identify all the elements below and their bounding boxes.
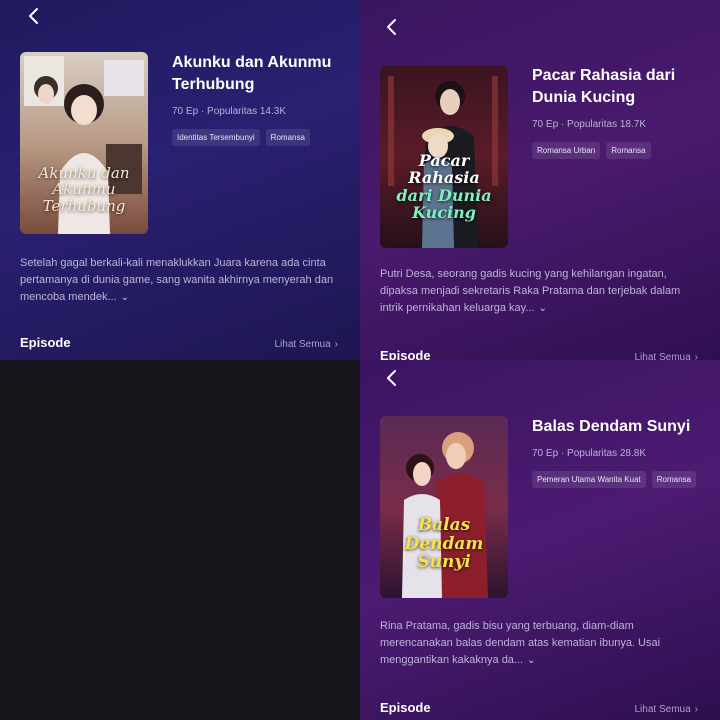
chevron-left-icon xyxy=(387,370,396,386)
drama-detail-panel-balas-dendam: Balas Dendam Sunyi Balas Dendam Sunyi 70… xyxy=(360,360,720,720)
synopsis-text: Setelah gagal berkali-kali menaklukkan J… xyxy=(20,257,334,303)
back-button[interactable] xyxy=(380,15,404,39)
drama-title: Pacar Rahasia dari Dunia Kucing xyxy=(532,67,676,106)
drama-meta: 70 Ep · Popularitas 14.3K xyxy=(172,106,346,117)
drama-info: Akunku dan Akunmu Terhubung 70 Ep · Popu… xyxy=(172,52,346,146)
drama-title: Balas Dendam Sunyi xyxy=(532,418,691,435)
meta-separator: · xyxy=(200,106,205,117)
synopsis-text: Rina Pratama, gadis bisu yang terbuang, … xyxy=(380,620,661,666)
episode-header: Episode Lihat Semua › xyxy=(380,700,698,715)
see-all-link[interactable]: Lihat Semua › xyxy=(635,352,699,360)
synopsis[interactable]: Rina Pratama, gadis bisu yang terbuang, … xyxy=(380,618,702,669)
episode-count: 70 Ep xyxy=(532,119,559,130)
poster-title: Pacar Rahasia dari Dunia Kucing xyxy=(386,150,502,223)
see-all-label: Lihat Semua xyxy=(634,352,691,360)
see-all-label: Lihat Semua xyxy=(634,704,691,715)
drama-title: Akunku dan Akunmu Terhubung xyxy=(172,54,332,93)
drama-detail-panel-akunku: Akunku dan Akunmu Terhubung Akunku dan A… xyxy=(0,0,360,360)
tag-chip[interactable]: Pemeran Utama Wanita Kuat xyxy=(532,471,646,488)
meta-separator: · xyxy=(560,119,565,130)
poster-title: Balas Dendam Sunyi xyxy=(404,514,484,573)
popularity: Popularitas 18.7K xyxy=(567,119,646,130)
chevron-right-icon: › xyxy=(694,704,698,715)
see-all-link[interactable]: Lihat Semua › xyxy=(635,704,699,715)
meta-separator: · xyxy=(560,448,565,459)
drama-detail-panel-pacar-rahasia: Pacar Rahasia dari Dunia Kucing Pacar Ra… xyxy=(360,0,720,360)
poster-title-line1: Pacar Rahasia xyxy=(408,150,480,188)
popularity: Popularitas 14.3K xyxy=(207,106,286,117)
drama-poster[interactable]: Pacar Rahasia dari Dunia Kucing xyxy=(380,66,508,248)
chevron-right-icon: › xyxy=(334,339,338,350)
chevron-left-icon xyxy=(29,8,38,24)
drama-poster[interactable]: Balas Dendam Sunyi xyxy=(380,416,508,598)
synopsis[interactable]: Setelah gagal berkali-kali menaklukkan J… xyxy=(20,255,342,306)
see-all-label: Lihat Semua xyxy=(274,339,331,350)
episode-count: 70 Ep xyxy=(532,448,559,459)
tag-chip[interactable]: Romansa Urban xyxy=(532,142,601,159)
episode-header: Episode Lihat Semua › xyxy=(380,348,698,360)
back-button[interactable] xyxy=(380,366,404,390)
chevron-left-icon xyxy=(387,19,396,35)
genre-tags: Pemeran Utama Wanita Kuat Romansa xyxy=(532,471,706,488)
drama-meta: 70 Ep · Popularitas 18.7K xyxy=(532,119,706,130)
drama-meta: 70 Ep · Popularitas 28.8K xyxy=(532,448,706,459)
back-button[interactable] xyxy=(22,4,46,28)
chevron-right-icon: › xyxy=(694,352,698,360)
tag-chip[interactable]: Romansa xyxy=(651,471,696,488)
synopsis[interactable]: Putri Desa, seorang gadis kucing yang ke… xyxy=(380,266,702,317)
episode-count: 70 Ep xyxy=(172,106,199,117)
tag-chip[interactable]: Romansa xyxy=(265,129,310,146)
episode-header: Episode Lihat Semua › xyxy=(20,335,338,350)
chevron-down-icon[interactable]: ⌄ xyxy=(539,300,547,317)
drama-info: Balas Dendam Sunyi 70 Ep · Popularitas 2… xyxy=(532,416,706,488)
drama-poster[interactable]: Akunku dan Akunmu Terhubung xyxy=(20,52,148,234)
tag-chip[interactable]: Identitas Tersembunyi xyxy=(172,129,260,146)
popularity: Popularitas 28.8K xyxy=(567,448,646,459)
poster-title-line2: dari Dunia Kucing xyxy=(396,185,492,223)
episode-label: Episode xyxy=(380,348,431,360)
chevron-down-icon[interactable]: ⌄ xyxy=(527,652,535,669)
genre-tags: Romansa Urban Romansa xyxy=(532,142,706,159)
episode-label: Episode xyxy=(380,700,431,715)
poster-title: Akunku dan Akunmu Terhubung xyxy=(38,163,130,215)
synopsis-text: Putri Desa, seorang gadis kucing yang ke… xyxy=(380,268,681,314)
see-all-link[interactable]: Lihat Semua › xyxy=(275,339,339,350)
tag-chip[interactable]: Romansa xyxy=(606,142,651,159)
drama-info: Pacar Rahasia dari Dunia Kucing 70 Ep · … xyxy=(532,65,706,159)
empty-panel xyxy=(0,360,360,720)
episode-label: Episode xyxy=(20,335,71,350)
genre-tags: Identitas Tersembunyi Romansa xyxy=(172,129,346,146)
chevron-down-icon[interactable]: ⌄ xyxy=(121,289,129,306)
